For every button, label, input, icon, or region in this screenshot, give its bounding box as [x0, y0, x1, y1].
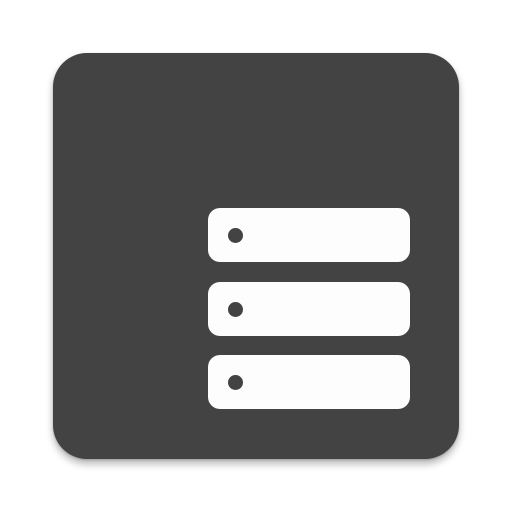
server-unit-2	[208, 282, 410, 336]
status-dot-icon	[228, 228, 243, 243]
server-storage-icon	[208, 208, 410, 410]
status-dot-icon	[228, 302, 243, 317]
status-dot-icon	[228, 375, 243, 390]
server-unit-1	[208, 208, 410, 262]
server-unit-3	[208, 355, 410, 409]
canvas	[0, 0, 512, 512]
app-icon[interactable]	[53, 53, 459, 459]
